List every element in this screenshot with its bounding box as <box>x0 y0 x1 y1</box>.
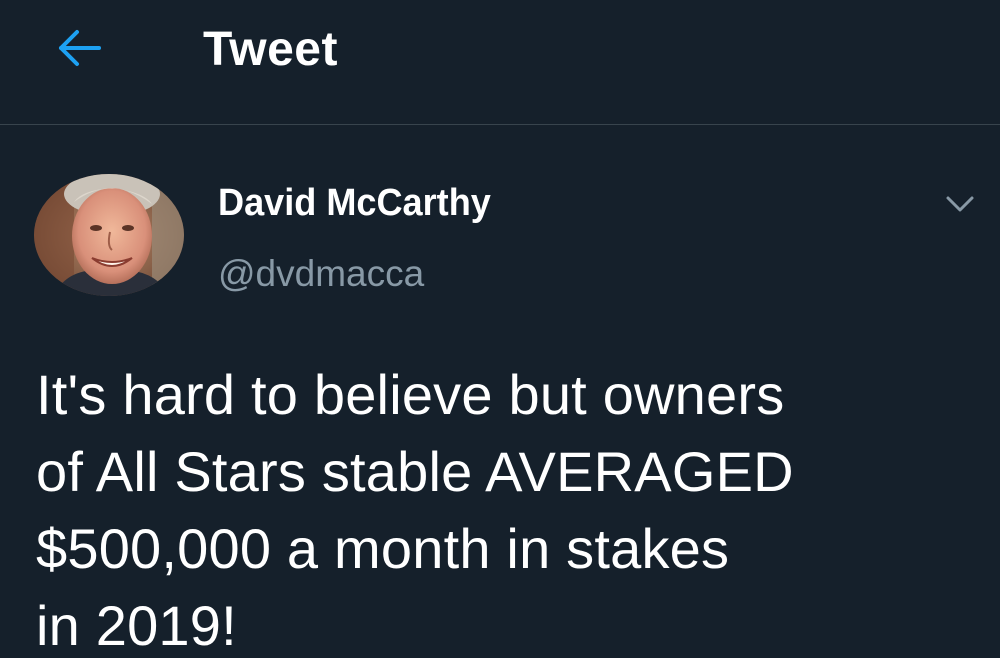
arrow-left-icon <box>59 30 101 66</box>
author-handle[interactable]: @dvdmacca <box>218 252 424 296</box>
chevron-down-icon <box>946 196 974 212</box>
top-bar: Tweet <box>0 0 1000 125</box>
author-display-name[interactable]: David McCarthy <box>218 180 491 226</box>
tweet-text: It's hard to believe but owners of All S… <box>36 363 794 657</box>
back-button[interactable] <box>46 24 110 72</box>
page-title: Tweet <box>203 23 338 76</box>
avatar[interactable] <box>34 174 184 296</box>
tweet-options-button[interactable] <box>938 186 982 222</box>
tweet-screen: Tweet David McCarthy @dvdmacca It's hard… <box>0 0 1000 658</box>
profile-photo <box>34 174 184 296</box>
